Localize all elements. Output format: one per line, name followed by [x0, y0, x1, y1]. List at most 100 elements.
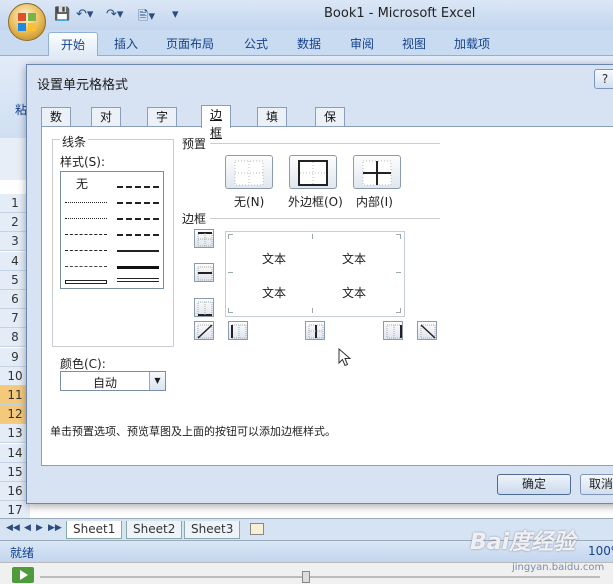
line-group-label: 线条: [60, 133, 89, 150]
line-style-dash-dot[interactable]: [65, 250, 107, 251]
sheet-tab-2[interactable]: Sheet2: [126, 521, 183, 539]
save-icon[interactable]: 💾: [54, 7, 70, 23]
seek-thumb[interactable]: [302, 571, 310, 583]
border-bottom-button[interactable]: [194, 298, 214, 317]
watermark-url: jingyan.baidu.com: [512, 562, 605, 573]
border-diagonal-down-icon: [420, 324, 436, 339]
line-style-medium[interactable]: [117, 250, 159, 252]
format-cells-dialog: 设置单元格格式 ? 数字 对齐 字体 边框 填充 保护 线条 样式(S): 无: [26, 64, 613, 504]
line-style-thin[interactable]: [65, 280, 107, 284]
color-dropdown[interactable]: 自动 ▼: [60, 371, 166, 391]
preview-tick: [228, 308, 233, 313]
tab-protection[interactable]: 保护: [315, 107, 346, 142]
help-button[interactable]: ?: [594, 69, 613, 89]
office-logo-icon: [18, 13, 36, 31]
border-left-button[interactable]: [228, 321, 248, 340]
tab-font[interactable]: 字体: [147, 107, 178, 142]
ribbon-tab-home[interactable]: 开始: [48, 32, 98, 56]
border-inside-horizontal-button[interactable]: [194, 263, 214, 282]
line-style-dash-dot-dot[interactable]: [65, 234, 107, 235]
border-bottom-icon: [197, 301, 213, 316]
preset-inside-label: 内部(I): [356, 195, 393, 209]
chevron-down-icon[interactable]: ▼: [149, 372, 165, 390]
ok-button[interactable]: 确定: [497, 474, 571, 495]
sheet-tab-3[interactable]: Sheet3: [184, 521, 241, 539]
border-right-icon: [386, 324, 402, 339]
border-hint-text: 单击预置选项、预览草图及上面的按钮可以添加边框样式。: [50, 425, 336, 438]
line-style-double[interactable]: [117, 278, 159, 282]
line-style-hair[interactable]: [65, 202, 107, 203]
style-label: 样式(S):: [60, 155, 106, 169]
line-style-medium-dash-dot[interactable]: [117, 218, 159, 220]
preview-tick: [228, 272, 233, 277]
last-sheet-icon[interactable]: ▶▶: [48, 523, 62, 533]
next-sheet-icon[interactable]: ▶: [36, 523, 43, 533]
border-diagonal-down-button[interactable]: [417, 321, 437, 340]
ribbon-tab-data[interactable]: 数据: [297, 35, 321, 52]
border-diagonal-up-icon: [197, 324, 213, 339]
line-style-none[interactable]: 无: [76, 175, 88, 192]
preset-inside-button[interactable]: [353, 155, 401, 189]
preview-tick: [228, 234, 233, 239]
preset-none-button[interactable]: [225, 155, 273, 189]
tab-alignment[interactable]: 对齐: [91, 107, 122, 142]
line-style-thick[interactable]: [117, 266, 159, 269]
preset-outline-label: 外边框(O): [288, 195, 343, 209]
border-top-button[interactable]: [194, 229, 214, 248]
tab-number[interactable]: 数字: [41, 107, 72, 142]
ribbon-tab-page-layout[interactable]: 页面布局: [166, 35, 214, 52]
border-left-icon: [231, 324, 247, 339]
seek-track[interactable]: [40, 576, 600, 578]
status-ready: 就绪: [10, 546, 35, 560]
color-label: 颜色(C):: [60, 357, 106, 371]
ribbon-tab-bar: 开始 插入 页面布局 公式 数据 审阅 视图 加载项: [0, 30, 613, 56]
line-style-slant-dash-dot[interactable]: [117, 202, 159, 204]
preview-tick: [312, 234, 317, 239]
ribbon-tab-formulas[interactable]: 公式: [244, 35, 268, 52]
preview-tick: [312, 308, 317, 313]
ribbon-tab-view[interactable]: 视图: [402, 35, 426, 52]
sheet-tab-1[interactable]: Sheet1: [66, 521, 123, 539]
line-style-dashed[interactable]: [65, 266, 107, 267]
undo-icon[interactable]: ↶▾: [76, 7, 93, 23]
line-style-dotted[interactable]: [65, 218, 107, 219]
border-inside-vertical-button[interactable]: [305, 321, 325, 340]
prev-sheet-icon[interactable]: ◀: [24, 523, 31, 533]
customize-qat-icon[interactable]: ▾: [172, 7, 179, 23]
watermark-logo: Bai度经验: [470, 530, 576, 555]
line-style-medium-dash-dot-dot[interactable]: [117, 186, 159, 188]
ribbon-tab-addins[interactable]: 加载项: [454, 35, 490, 52]
preview-tick: [396, 308, 401, 313]
zoom-level[interactable]: 100%: [588, 544, 613, 558]
first-sheet-icon[interactable]: ◀◀: [6, 523, 20, 533]
preset-outline-button[interactable]: [289, 155, 337, 189]
ribbon-tab-insert[interactable]: 插入: [114, 35, 138, 52]
border-right-button[interactable]: [383, 321, 403, 340]
preview-text: 文本: [342, 286, 367, 300]
line-style-medium-dashed[interactable]: [117, 234, 159, 236]
ribbon-tab-review[interactable]: 审阅: [350, 35, 374, 52]
preset-none-icon: [234, 160, 264, 186]
tab-fill[interactable]: 填充: [257, 107, 288, 142]
preset-none-label: 无(N): [234, 195, 265, 209]
border-divider: [210, 218, 440, 219]
tab-border[interactable]: 边框: [201, 105, 232, 140]
border-inside-horizontal-icon: [197, 266, 213, 281]
play-icon[interactable]: [12, 567, 34, 583]
office-button[interactable]: [8, 3, 46, 41]
preview-tick: [396, 272, 401, 277]
cancel-button[interactable]: 取消: [580, 474, 613, 495]
border-preview[interactable]: 文本 文本 文本 文本: [225, 231, 405, 317]
border-inside-vertical-icon: [308, 324, 324, 339]
print-preview-icon[interactable]: 🖹▾: [138, 7, 155, 24]
border-diagonal-up-button[interactable]: [194, 321, 214, 340]
redo-icon[interactable]: ↷▾: [106, 7, 123, 23]
preview-text: 文本: [262, 252, 287, 266]
presets-divider: [210, 143, 440, 144]
insert-sheet-icon[interactable]: [250, 523, 264, 535]
presets-label: 预置: [182, 137, 207, 151]
line-style-list[interactable]: 无: [60, 171, 164, 289]
color-value: 自动: [93, 376, 118, 390]
mouse-cursor-icon: [338, 348, 352, 367]
preset-inside-icon: [362, 160, 392, 186]
